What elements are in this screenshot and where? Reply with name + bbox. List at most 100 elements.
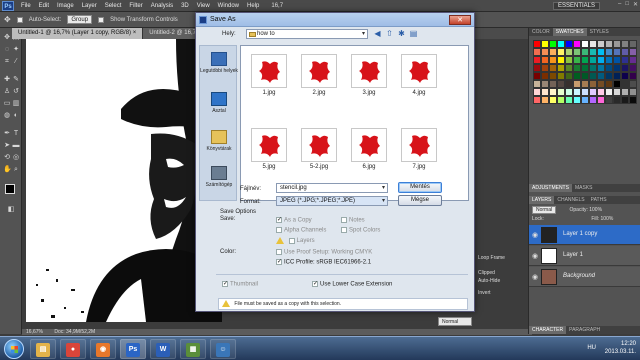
firefox-app-button[interactable]: ◉ [90,339,116,359]
tab-character[interactable]: CHARACTER [529,326,567,334]
swatch-cell[interactable] [613,48,621,56]
zoom-icon[interactable]: ⌕ [12,166,20,174]
file-list[interactable]: 1.jpg 2.jpg 3.jpg 4.jpg 5.jpg 5-2.jpg 6.… [240,45,469,201]
swatch-cell[interactable] [621,96,629,104]
swatch-cell[interactable] [597,64,605,72]
shape-icon[interactable]: ▬ [12,142,20,150]
close-icon[interactable]: ✕ [633,1,638,8]
history-brush-icon[interactable]: ↺ [12,88,20,96]
menu-file[interactable]: File [17,3,35,9]
language-indicator[interactable]: HU [587,345,596,351]
status-zoom[interactable]: 16,67% [26,329,43,335]
swatch-cell[interactable] [629,64,637,72]
swatch-cell[interactable] [613,80,621,88]
maximize-icon[interactable]: □ [625,1,629,8]
swatch-cell[interactable] [573,80,581,88]
swatch-cell[interactable] [613,72,621,80]
swatch-cell[interactable] [533,80,541,88]
type-icon[interactable]: T [12,130,20,138]
people-app-button[interactable]: ☺ [210,339,236,359]
dodge-icon[interactable]: ◐ [12,112,20,120]
swatch-cell[interactable] [605,56,613,64]
swatch-cell[interactable] [629,80,637,88]
word-app-button[interactable]: W [150,339,176,359]
swatch-cell[interactable] [565,64,573,72]
dialog-titlebar[interactable]: Save As ✕ [196,13,474,27]
tab-swatches[interactable]: SWATCHES [552,28,587,36]
swatch-cell[interactable] [557,72,565,80]
opacity-value[interactable]: 100% [589,207,602,213]
swatch-cell[interactable] [573,48,581,56]
tab-color[interactable]: COLOR [529,28,553,36]
swatch-cell[interactable] [573,56,581,64]
save-button[interactable]: Mentés [398,182,442,193]
swatch-cell[interactable] [549,48,557,56]
lower-case-extension-option[interactable]: Use Lower Case Extension [312,280,392,288]
loop-frame-label[interactable]: Loop Frame [478,255,505,261]
swatch-cell[interactable] [533,88,541,96]
swatch-cell[interactable] [541,96,549,104]
swatch-cell[interactable] [557,40,565,48]
tab-layers[interactable]: LAYERS [529,196,555,204]
swatch-cell[interactable] [581,80,589,88]
swatch-cell[interactable] [621,40,629,48]
layer-row-background[interactable]: ◉ Background [529,267,640,287]
swatch-cell[interactable] [565,80,573,88]
eyedropper-icon[interactable]: ⁄ [12,58,20,66]
menu-image[interactable]: Image [53,3,78,9]
gradient-icon[interactable]: ▥ [12,100,20,108]
transform-controls-checkbox[interactable] [98,16,105,23]
3d-rotate-icon[interactable]: ⟲ [3,154,11,162]
swatch-cell[interactable] [541,72,549,80]
swatch-cell[interactable] [541,80,549,88]
swatch-cell[interactable] [533,72,541,80]
swatch-cell[interactable] [589,40,597,48]
tab-paths[interactable]: PATHS [588,196,610,204]
swatch-cell[interactable] [621,72,629,80]
swatch-cell[interactable] [581,56,589,64]
swatch-cell[interactable] [565,40,573,48]
swatch-cell[interactable] [613,88,621,96]
menu-filter[interactable]: Filter [125,3,146,9]
dialog-close-button[interactable]: ✕ [449,15,471,25]
crop-icon[interactable]: ⌗ [3,58,11,66]
auto-select-dropdown[interactable]: Group [67,15,93,24]
swatch-cell[interactable] [589,96,597,104]
auto-hide-label[interactable]: Auto-Hide [478,278,500,284]
tab-styles[interactable]: STYLES [587,28,612,36]
swatch-cell[interactable] [541,64,549,72]
pen-icon[interactable]: ✒ [3,130,11,138]
file-item[interactable]: 1.jpg [249,54,289,98]
swatch-cell[interactable] [605,48,613,56]
place-libraries[interactable]: Könyvtárak [200,130,238,152]
clipped-label[interactable]: Clipped [478,270,495,276]
swatch-cell[interactable] [629,40,637,48]
cancel-button[interactable]: Mégse [398,195,442,206]
swatch-cell[interactable] [629,88,637,96]
swatch-cell[interactable] [589,72,597,80]
swatch-cell[interactable] [613,40,621,48]
path-select-icon[interactable]: ➤ [3,142,11,150]
place-desktop[interactable]: Asztal [200,92,238,114]
network-app-button[interactable]: ▦ [180,339,206,359]
file-item[interactable]: 6.jpg [349,128,389,172]
hand-icon[interactable]: ✋ [3,166,12,174]
swatch-cell[interactable] [565,96,573,104]
swatch-cell[interactable] [541,40,549,48]
menu-3d[interactable]: 3D [177,3,193,9]
swatch-cell[interactable] [565,56,573,64]
swatch-cell[interactable] [589,88,597,96]
workspace-switcher[interactable]: ESSENTIALS [552,2,600,10]
tab-adjustments[interactable]: ADJUSTMENTS [529,184,572,192]
zoom-readout[interactable]: 16,7 [271,3,283,9]
swatch-cell[interactable] [549,80,557,88]
swatch-cell[interactable] [613,64,621,72]
swatch-cell[interactable] [557,48,565,56]
photoshop-app-button[interactable]: Ps [120,339,146,359]
swatch-cell[interactable] [573,96,581,104]
swatch-grid[interactable] [533,40,637,128]
tab-paragraph[interactable]: PARAGRAPH [566,326,603,334]
blur-icon[interactable]: ◍ [3,112,11,120]
swatch-cell[interactable] [605,96,613,104]
tab-untitled-1[interactable]: Untitled-1 @ 16,7% (Layer 1 copy, RGB/8)… [12,28,144,39]
